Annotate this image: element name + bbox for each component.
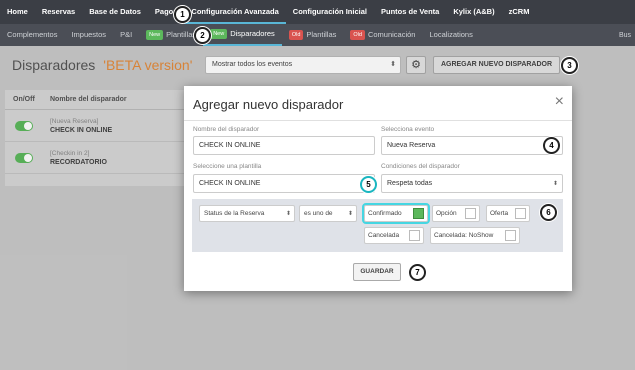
old-badge: Old [288,30,304,40]
condition-operator-select[interactable]: es uno de ⬍ [299,205,357,222]
subnav-item-impuestos[interactable]: Impuestos [64,24,113,46]
topnav-item-puntos-de-venta[interactable]: Puntos de Venta [374,0,446,24]
step-marker-5: 5 [360,176,377,193]
topnav-item-zcrm[interactable]: zCRM [502,0,537,24]
event-select[interactable]: Nueva Reserva [381,136,563,155]
subnav-label: Localizations [429,30,473,39]
condition-row: Status de la Reserva ⬍ es uno de ⬍ Confirm… [192,199,563,252]
search-truncated[interactable]: Bus [619,32,635,39]
top-navigation: Home Reservas Base de Datos Pagos Config… [0,0,635,24]
topnav-item-home[interactable]: Home [0,0,35,24]
old-badge: Old [350,30,365,40]
option-label: Opción [436,210,457,217]
conditions-label: Condiciones del disparador [381,163,460,170]
subnav-label: Impuestos [71,30,107,39]
conditions-select-value: Respeta todas [387,180,433,187]
save-button[interactable]: GUARDAR [353,263,401,281]
subnav-label: Plantillas [306,30,337,39]
topnav-item-configuracion-avanzada[interactable]: Configuración Avanzada [184,0,286,24]
checkbox[interactable] [413,208,424,219]
subnav-label: Plantillas [166,30,197,39]
step-marker-7: 7 [409,264,426,281]
name-label: Nombre del disparador [193,126,260,133]
new-badge: New [146,30,164,40]
option-label: Confirmado [368,210,402,217]
close-icon[interactable]: × [555,93,564,111]
checkbox[interactable] [515,208,526,219]
subnav-label: P&I [120,30,133,39]
select-caret-icon: ⬍ [347,211,353,217]
topnav-item-reservas[interactable]: Reservas [35,0,82,24]
event-select-value: Nueva Reserva [387,142,436,149]
conditions-select[interactable]: Respeta todas ⬍ [381,174,563,193]
option-cancelada-noshow[interactable]: Cancelada: NoShow [430,227,520,244]
template-select-value: CHECK IN ONLINE [199,180,261,187]
option-opcion[interactable]: Opción [432,205,480,222]
step-marker-4: 4 [543,137,560,154]
template-select[interactable]: CHECK IN ONLINE [193,174,375,193]
modal-divider [184,120,572,121]
add-trigger-modal: Agregar nuevo disparador × Nombre del di… [184,86,572,291]
step-marker-6: 6 [540,204,557,221]
condition-field-select[interactable]: Status de la Reserva ⬍ [199,205,295,222]
subnav-label: Comunicación [367,30,416,39]
trigger-name-input[interactable]: CHECK IN ONLINE [193,136,375,155]
checkbox[interactable] [505,230,516,241]
condition-field-value: Status de la Reserva [204,210,265,217]
select-caret-icon: ⬍ [552,181,558,187]
subnav-label: Disparadores [230,29,275,38]
subnav-item-localizations[interactable]: Localizations [422,24,479,46]
subnav-item-pi[interactable]: P&I [113,24,139,46]
new-badge: New [210,29,228,39]
select-caret-icon: ⬍ [285,211,291,217]
option-cancelada[interactable]: Cancelada [364,227,424,244]
step-marker-2: 2 [194,27,211,44]
checkbox[interactable] [409,230,420,241]
template-label: Seleccione una plantilla [193,163,262,170]
step-marker-3: 3 [561,57,578,74]
checkbox[interactable] [465,208,476,219]
subnav-item-complementos[interactable]: Complementos [0,24,64,46]
option-confirmado[interactable]: Confirmado [362,203,430,224]
option-oferta[interactable]: Oferta [486,205,530,222]
event-label: Selecciona evento [381,126,435,133]
modal-title: Agregar nuevo disparador [193,97,344,112]
subnav-label: Complementos [7,30,58,39]
sub-navigation: Complementos Impuestos P&I New Plantillas… [0,24,635,46]
topnav-item-base-de-datos[interactable]: Base de Datos [82,0,148,24]
subnav-item-plantillas-old[interactable]: Old Plantillas [282,24,344,46]
option-label: Cancelada [368,232,400,239]
step-marker-1: 1 [174,6,191,23]
topnav-item-kylix[interactable]: Kylix (A&B) [446,0,501,24]
option-label: Oferta [490,210,509,217]
option-label: Cancelada: NoShow [434,232,494,239]
subnav-item-disparadores[interactable]: New Disparadores [203,24,282,46]
subnav-item-comunicacion[interactable]: Old Comunicación [343,24,422,46]
topnav-item-configuracion-inicial[interactable]: Configuración Inicial [286,0,374,24]
condition-operator-value: es uno de [304,210,333,217]
